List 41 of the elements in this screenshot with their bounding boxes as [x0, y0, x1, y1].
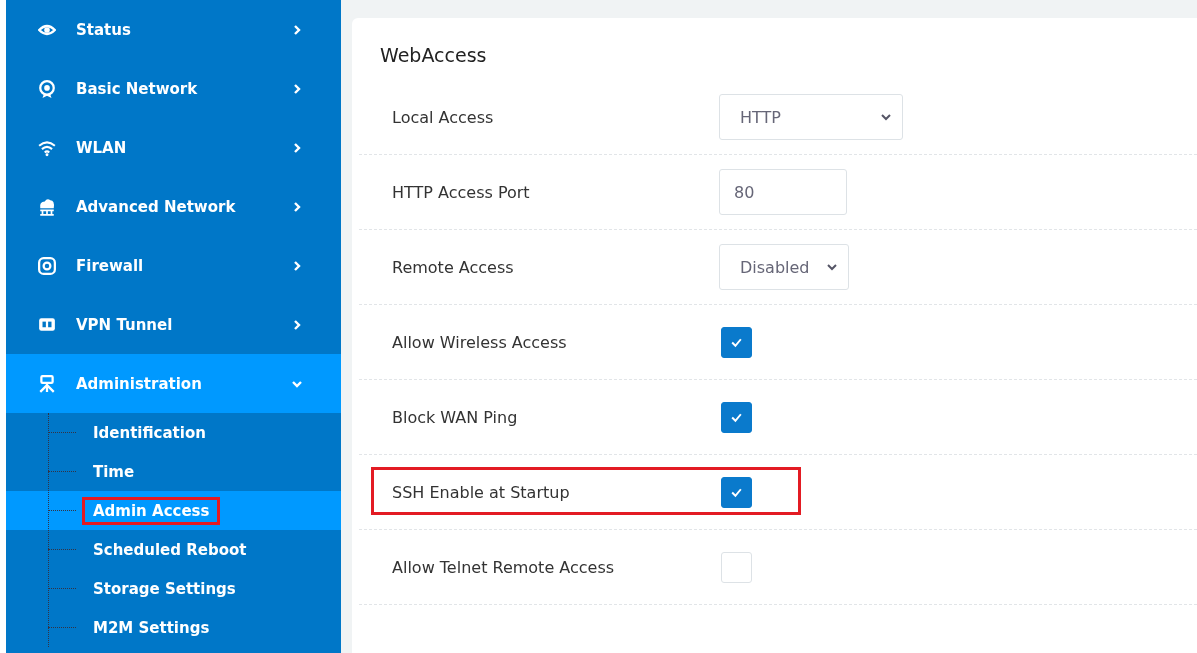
sidebar-item[interactable]: Advanced Network	[6, 177, 341, 236]
chevron-right-icon	[291, 82, 303, 95]
submenu-item[interactable]: Scheduled Reboot	[6, 530, 341, 569]
field-label: Remote Access	[391, 257, 515, 277]
sidebar-item[interactable]: VPN Tunnel	[6, 295, 341, 354]
field-label: SSH Enable at Startup	[391, 482, 571, 502]
chevron-right-icon	[291, 141, 303, 154]
chevron-right-icon	[291, 259, 303, 272]
chevron-down-icon	[880, 111, 892, 123]
chevron-down-icon	[825, 261, 838, 273]
admin-icon	[38, 374, 56, 393]
submenu-item[interactable]: Storage Settings	[6, 569, 341, 608]
wifi-icon	[38, 138, 56, 157]
sidebar-item[interactable]: WLAN	[6, 118, 341, 177]
badge-icon	[38, 79, 56, 98]
sidebar-item[interactable]: Basic Network	[6, 59, 341, 118]
field-label: Local Access	[391, 107, 495, 127]
sidebar-item[interactable]: Administration	[6, 354, 341, 413]
chevron-right-icon	[291, 23, 303, 36]
submenu-item[interactable]: Admin Access	[6, 491, 341, 530]
tunnel-icon	[38, 315, 56, 334]
dropdown[interactable]: HTTP	[719, 94, 903, 140]
submenu-item[interactable]: M2M Settings	[6, 608, 341, 647]
checkbox[interactable]	[721, 401, 752, 433]
submenu-item[interactable]: Identification	[6, 413, 341, 452]
sidebar-item[interactable]: Firewall	[6, 236, 341, 295]
field-label: HTTP Access Port	[391, 182, 531, 202]
field-label: Block WAN Ping	[391, 407, 519, 427]
sidebar-item[interactable]: Status	[6, 0, 341, 59]
chevron-right-icon	[291, 318, 303, 331]
checkbox[interactable]	[721, 326, 752, 358]
field-label: Allow Wireless Access	[391, 332, 568, 352]
chevron-right-icon	[291, 200, 303, 213]
cloud-network-icon	[38, 197, 56, 216]
input-field[interactable]: 80	[719, 169, 847, 215]
submenu-item[interactable]: Time	[6, 452, 341, 491]
dropdown[interactable]: Disabled	[719, 244, 849, 290]
field-label: Allow Telnet Remote Access	[391, 557, 616, 577]
section-title: WebAccess	[379, 44, 488, 66]
checkbox[interactable]	[721, 476, 752, 508]
firewall-icon	[38, 256, 56, 275]
